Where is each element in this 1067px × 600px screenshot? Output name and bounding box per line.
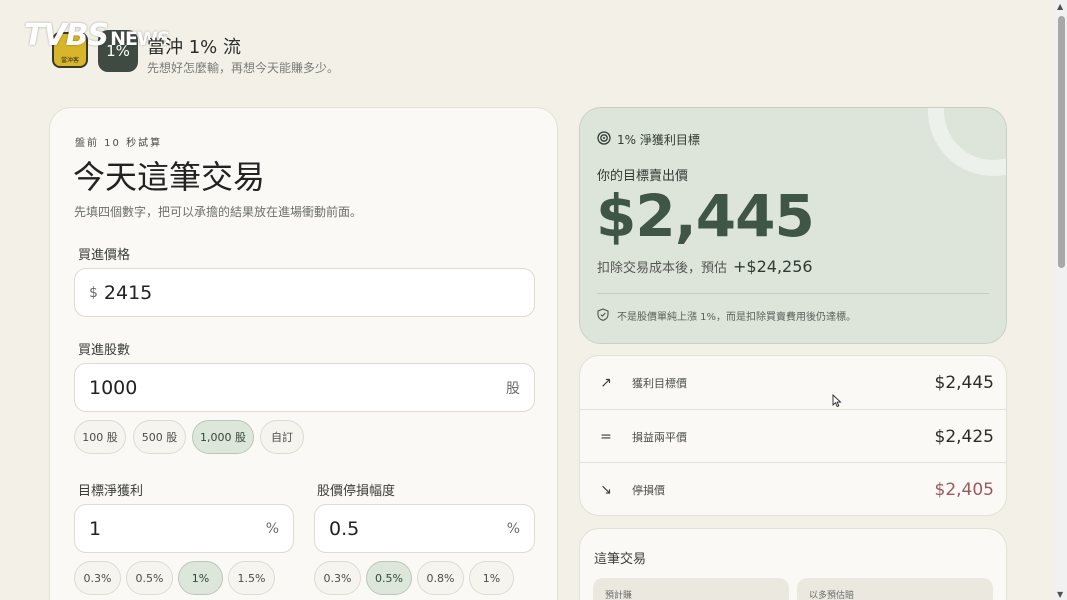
buy-price-label: 買進價格 — [78, 248, 131, 263]
target-heading: 1% 淨獲利目標 — [597, 130, 700, 149]
scroll-up-icon[interactable]: ▲ — [1057, 2, 1063, 11]
calculator-card: 盤前 10 秒試算 今天這筆交易 先填四個數字，把可以承擔的結果放在進場衝動前面… — [49, 107, 558, 600]
stop-preset-0-3[interactable]: 0.3% — [314, 561, 361, 595]
price-level-value: $2,405 — [934, 479, 994, 500]
stop-loss-unit: % — [506, 520, 520, 537]
target-preset-0-3[interactable]: 0.3% — [74, 561, 121, 595]
trade-summary-card: 這筆交易 預計賺 以多預估賠 — [579, 528, 1007, 600]
watermark-brand: TVBS — [24, 18, 109, 53]
divider — [597, 293, 989, 294]
shares-preset-100[interactable]: 100 股 — [74, 420, 126, 454]
stat-label: 以多預估賠 — [809, 591, 855, 600]
stop-loss-value: 0.5 — [329, 517, 360, 540]
stat-label: 預計賺 — [605, 591, 633, 600]
target-profit: 扣除交易成本後，預估 +$24,256 — [597, 257, 813, 276]
price-level-row: = 損益兩平價 $2,425 — [580, 410, 1006, 463]
shares-unit: 股 — [506, 380, 520, 397]
target-heading-text: 1% 淨獲利目標 — [617, 133, 700, 147]
target-note-text: 不是股價單純上漲 1%，而是扣除買賣費用後仍達標。 — [617, 312, 857, 323]
shares-label: 買進股數 — [78, 343, 131, 358]
target-card: 1% 淨獲利目標 你的目標賣出價 $2,445 扣除交易成本後，預估 +$24,… — [579, 107, 1007, 344]
price-level-row: ↘ 停損價 $2,405 — [580, 463, 1006, 515]
decorative-ring — [928, 108, 1006, 176]
price-level-value: $2,425 — [934, 426, 994, 447]
scroll-down-icon[interactable]: ▼ — [1057, 590, 1063, 599]
target-icon — [597, 130, 611, 149]
equals-icon: = — [600, 428, 612, 445]
target-profit-amount: +$24,256 — [733, 257, 813, 276]
arrow-down-right-icon: ↘ — [600, 481, 612, 498]
target-profit-input[interactable]: 1 % — [74, 504, 294, 553]
price-level-label: 獲利目標價 — [632, 376, 687, 390]
stat-box: 預計賺 — [593, 578, 789, 600]
target-profit-label: 扣除交易成本後，預估 — [597, 261, 728, 276]
target-preset-1[interactable]: 1% — [178, 561, 223, 595]
target-profit-unit: % — [265, 520, 279, 537]
target-note: 不是股價單純上漲 1%，而是扣除買賣費用後仍達標。 — [597, 306, 856, 325]
price-level-value: $2,445 — [934, 372, 994, 393]
mouse-cursor-icon — [832, 393, 842, 412]
stop-preset-0-8[interactable]: 0.8% — [417, 561, 464, 595]
target-preset-0-5[interactable]: 0.5% — [126, 561, 173, 595]
price-level-row: ↗ 獲利目標價 $2,445 — [580, 356, 1006, 409]
stop-preset-1[interactable]: 1% — [469, 561, 514, 595]
target-profit-label: 目標淨獲利 — [78, 484, 144, 499]
shares-value: 1000 — [89, 376, 138, 399]
scroll-thumb[interactable] — [1058, 16, 1065, 268]
buy-price-input[interactable]: $ 2415 — [74, 268, 535, 317]
calculator-headline: 今天這筆交易 — [73, 158, 266, 196]
target-sell-price: $2,445 — [596, 182, 815, 250]
shares-preset-1000[interactable]: 1,000 股 — [192, 420, 254, 454]
calculator-intro: 先填四個數字，把可以承擔的結果放在進場衝動前面。 — [74, 205, 363, 219]
shield-check-icon — [597, 306, 609, 325]
app-title: 當沖 1% 流 — [147, 37, 241, 58]
shares-input[interactable]: 1000 股 — [74, 363, 535, 412]
stop-loss-label: 股價停損幅度 — [317, 484, 396, 499]
buy-price-value: 2415 — [103, 281, 153, 304]
page-scrollbar[interactable]: ▲ ▼ — [1055, 0, 1067, 600]
logo-badge-text: 當沖客 — [60, 56, 79, 64]
app-subtitle: 先想好怎麼輸，再想今天能賺多少。 — [147, 61, 340, 75]
stop-preset-0-5[interactable]: 0.5% — [366, 561, 412, 595]
calculator-eyebrow: 盤前 10 秒試算 — [75, 138, 163, 149]
shares-preset-500[interactable]: 500 股 — [133, 420, 186, 454]
price-level-label: 損益兩平價 — [632, 430, 687, 444]
target-preset-1-5[interactable]: 1.5% — [228, 561, 275, 595]
trade-title: 這筆交易 — [594, 552, 647, 567]
price-level-label: 停損價 — [632, 483, 665, 497]
stat-box: 以多預估賠 — [797, 578, 993, 600]
currency-prefix: $ — [89, 284, 98, 301]
price-levels-card: ↗ 獲利目標價 $2,445 = 損益兩平價 $2,425 ↘ 停損價 $2,4… — [579, 355, 1007, 516]
target-profit-value: 1 — [89, 517, 102, 540]
shares-preset-custom[interactable]: 自訂 — [260, 420, 304, 454]
stop-loss-input[interactable]: 0.5 % — [314, 504, 535, 553]
arrow-up-right-icon: ↗ — [600, 374, 612, 391]
